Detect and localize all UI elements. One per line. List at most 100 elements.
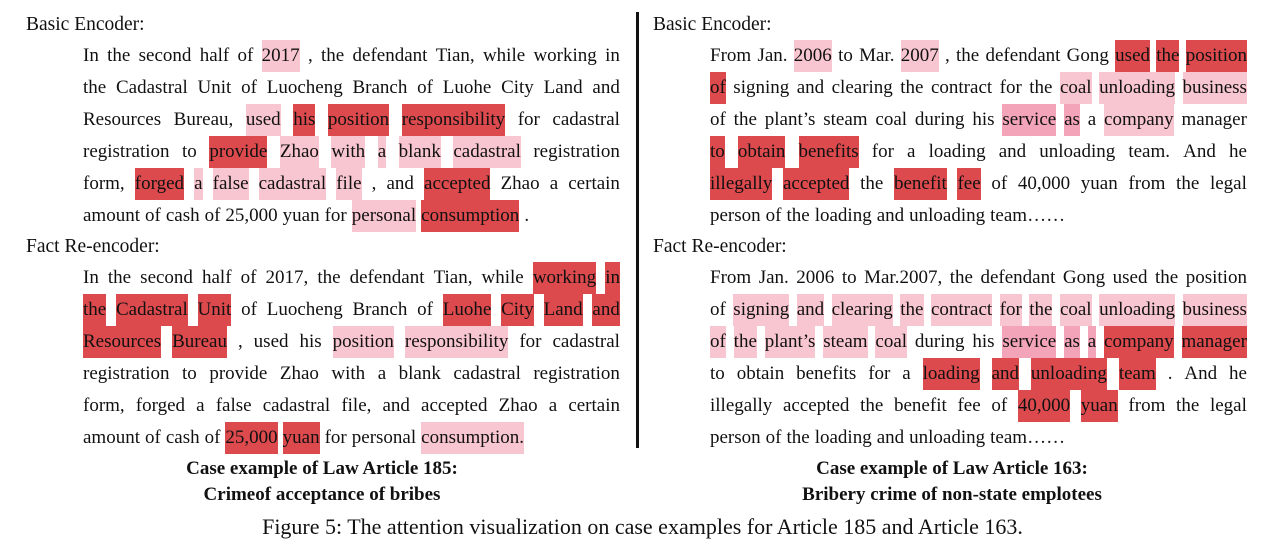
- attention-highlight: provide: [209, 136, 268, 168]
- text-word: for: [519, 331, 542, 352]
- text-word: the: [1154, 267, 1179, 288]
- case-caption-title: Case example of Law Article 185:: [186, 458, 458, 479]
- attention-highlight: Cadastral: [116, 294, 188, 326]
- text-word: steam: [823, 109, 868, 130]
- attention-highlight: yuan: [282, 422, 320, 454]
- text-word: working: [533, 45, 597, 66]
- attention-highlight: clearing: [831, 294, 893, 326]
- fact-reencoder-paragraph: In the second half of 2017, the defendant Tian, w…: [83, 262, 620, 454]
- text-word: loading: [928, 141, 986, 162]
- text-word: the: [83, 77, 107, 98]
- text-word: yuan: [1080, 173, 1118, 194]
- text-word: unloading: [909, 205, 986, 226]
- text-word: forged: [135, 395, 186, 416]
- text-line: person of the loading and unloading team……: [710, 422, 1247, 454]
- text-word: of: [765, 427, 782, 448]
- attention-highlight: 2017: [261, 40, 300, 72]
- attention-highlight: and: [991, 358, 1019, 390]
- text-word: and: [382, 395, 410, 416]
- attention-highlight: fee: [957, 168, 981, 200]
- text-word: benefit: [894, 395, 947, 416]
- text-line: registration to provide Zhao with a blank cadas…: [83, 358, 620, 390]
- text-word: second: [138, 45, 192, 66]
- text-word: from: [1128, 173, 1166, 194]
- text-word: a: [1087, 109, 1097, 130]
- attention-highlight: loading: [922, 358, 980, 390]
- text-word: false: [215, 395, 252, 416]
- attention-highlight: the: [1029, 294, 1053, 326]
- text-word: second: [140, 267, 193, 288]
- text-word: of: [145, 427, 161, 448]
- fact-reencoder-label: Fact Re-encoder:: [653, 236, 787, 257]
- text-word: of: [237, 45, 254, 66]
- attention-highlight: 2006: [793, 40, 832, 72]
- text-line: FromJan.2006toMar.2007,thedefendantGongu…: [710, 40, 1247, 72]
- text-word: and: [796, 77, 825, 98]
- text-word: ,: [237, 331, 243, 352]
- attention-highlight: benefit: [894, 168, 947, 200]
- text-word: the: [956, 45, 980, 66]
- text-word: unloading: [1039, 141, 1116, 162]
- case-caption-title: Case example of Law Article 163:: [816, 458, 1088, 479]
- text-word: Mar.2007,: [864, 267, 943, 288]
- text-word: Tian,: [435, 45, 475, 66]
- text-word: the: [786, 205, 810, 226]
- attention-highlight: obtain: [737, 136, 786, 168]
- text-word: of: [204, 205, 221, 226]
- text-word: form,: [83, 173, 125, 194]
- attention-highlight: company: [1104, 326, 1174, 358]
- text-line: of signing and clearing the contract for the coa…: [710, 294, 1247, 326]
- text-word: From: [710, 45, 752, 66]
- text-word: defendant: [980, 267, 1056, 288]
- text-line: of signing and clearing the contract for the coa…: [710, 72, 1247, 104]
- text-word: the: [860, 173, 884, 194]
- text-word: his: [299, 331, 322, 352]
- text-word: he: [1229, 363, 1247, 384]
- text-line: Resources Bureau, used his position responsib…: [83, 326, 620, 358]
- text-word: blank: [398, 363, 441, 384]
- attention-highlight: coal: [875, 326, 908, 358]
- text-word: person: [710, 427, 761, 448]
- text-word: accepted: [782, 395, 850, 416]
- basic-encoder-label: Basic Encoder:: [26, 14, 145, 35]
- text-word: to: [838, 45, 853, 66]
- attention-highlight: used: [245, 104, 281, 136]
- attention-highlight: as: [1064, 326, 1080, 358]
- text-line: form, forged a false cadastral file, and accept…: [83, 168, 620, 200]
- text-word: City: [501, 77, 534, 98]
- text-word: a: [549, 173, 559, 194]
- attention-highlight: business: [1182, 72, 1247, 104]
- attention-highlight: used: [1115, 40, 1150, 72]
- text-word: illegally: [710, 395, 773, 416]
- attention-highlight: accepted: [782, 168, 850, 200]
- text-word: during: [914, 331, 965, 352]
- text-line: amount of cash of 25,000 yuan for personal consu…: [83, 200, 620, 232]
- attention-highlight: benefits: [798, 136, 859, 168]
- attention-highlight: for: [999, 294, 1022, 326]
- text-word: Luohe: [442, 77, 492, 98]
- text-word: used: [1112, 267, 1148, 288]
- text-word: defendant: [349, 267, 425, 288]
- text-word: position: [1185, 267, 1247, 288]
- attention-highlight: cadastral: [258, 168, 327, 200]
- text-word: from: [1128, 395, 1166, 416]
- text-line: illegally accepted the benefit fee of 40,000 yu…: [710, 390, 1247, 422]
- text-word: the: [786, 427, 810, 448]
- text-word: Bureau,: [173, 109, 234, 130]
- text-word: the: [733, 109, 757, 130]
- attention-highlight: forged: [134, 168, 185, 200]
- text-word: of: [240, 267, 257, 288]
- attention-highlight: service: [1002, 104, 1057, 136]
- fact-reencoder-label: Fact Re-encoder:: [26, 236, 160, 257]
- text-line: person of the loading and unloading team……: [710, 200, 1247, 232]
- text-word: for: [517, 109, 540, 130]
- text-word: plant’s: [764, 109, 816, 130]
- text-word: Branch: [352, 299, 408, 320]
- text-word: for: [324, 427, 347, 448]
- text-word: And: [1183, 141, 1216, 162]
- text-word: a: [902, 363, 911, 384]
- attention-highlight: plant’s: [764, 326, 816, 358]
- text-word: the: [1176, 173, 1200, 194]
- text-word: 25,000: [225, 205, 278, 226]
- basic-encoder-paragraph: From Jan. 2006 to Mar. 2007, the defendant Gong u…: [710, 40, 1247, 232]
